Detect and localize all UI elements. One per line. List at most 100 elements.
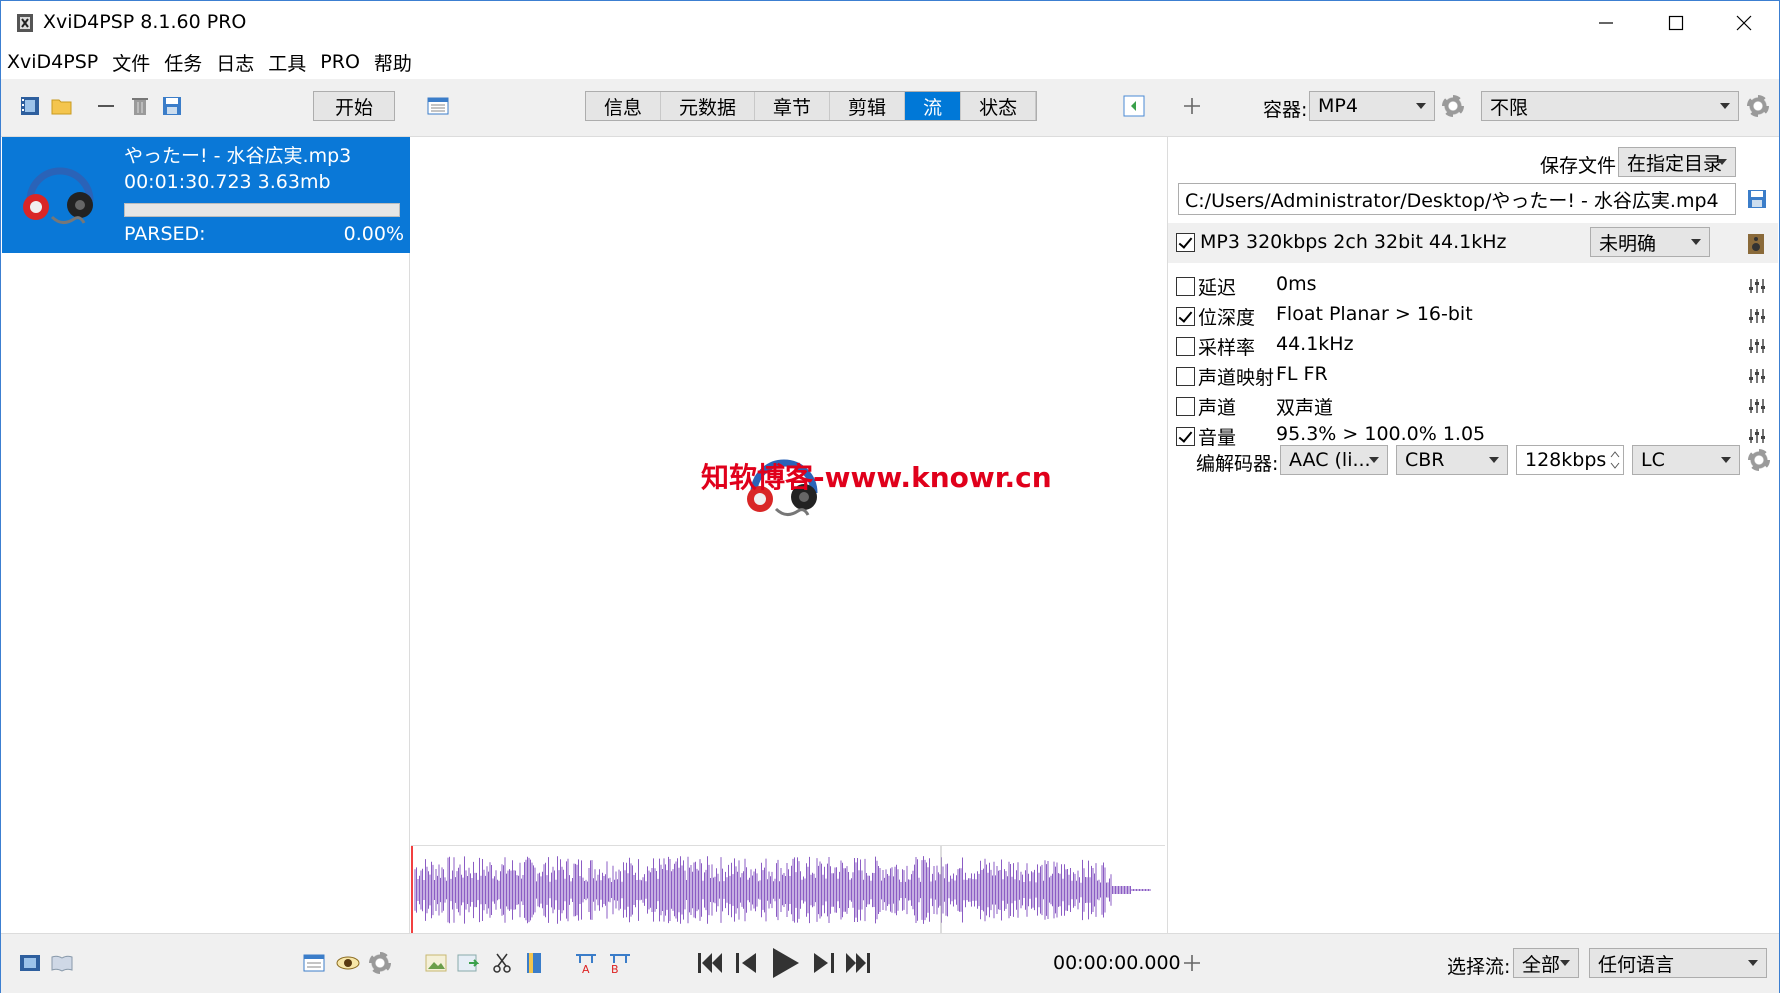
log-view-button[interactable]: [425, 93, 451, 119]
filter-value: Float Planar > 16-bit: [1276, 303, 1473, 325]
add-track-button[interactable]: [1179, 950, 1205, 976]
limit-select[interactable]: 不限: [1481, 91, 1739, 121]
start-button[interactable]: 开始: [313, 91, 395, 121]
equalizer-icon[interactable]: [1748, 427, 1766, 445]
trash-icon: [132, 98, 148, 115]
image-export-button[interactable]: [455, 950, 481, 976]
equalizer-icon[interactable]: [1748, 307, 1766, 325]
play-button[interactable]: [767, 944, 803, 982]
language-filter-select[interactable]: 任何语言: [1589, 948, 1767, 978]
bitrate-mode-select[interactable]: CBR: [1396, 445, 1508, 475]
set-point-a-button[interactable]: A: [573, 950, 599, 976]
output-path-input[interactable]: C:/Users/Administrator/Desktop/やったー! - 水…: [1178, 183, 1736, 215]
log-window-button[interactable]: [301, 950, 327, 976]
svg-text:A: A: [582, 963, 590, 974]
filter-checkbox[interactable]: [1176, 367, 1195, 386]
container-settings-gear-icon[interactable]: [1442, 95, 1464, 117]
audio-track-checkbox[interactable]: [1176, 233, 1195, 252]
menu-log[interactable]: 日志: [216, 49, 254, 76]
bitrate-stepper[interactable]: 128kbps: [1516, 445, 1624, 475]
file-list-item[interactable]: やったー! - 水谷広実.mp3 00:01:30.723 3.63mb PAR…: [2, 137, 410, 253]
codec-settings-gear-icon[interactable]: [1748, 449, 1770, 471]
filter-label: 音量: [1198, 427, 1237, 449]
container-select[interactable]: MP4: [1309, 91, 1435, 121]
app-logo-icon: [17, 14, 33, 32]
chevron-down-icon: [1720, 103, 1730, 109]
stepper-arrows-icon[interactable]: [1609, 448, 1621, 472]
tab-info[interactable]: 信息: [586, 92, 662, 120]
minimize-button[interactable]: [1571, 1, 1641, 45]
bottom-toolbar: A B 00:00:00.000 选择流: 全部 任何语言: [1, 933, 1779, 993]
chevron-down-icon: [1748, 960, 1758, 966]
equalizer-icon[interactable]: [1748, 277, 1766, 295]
minus-icon: [98, 105, 114, 107]
bookmark-button[interactable]: [521, 950, 547, 976]
filter-checkbox[interactable]: [1176, 427, 1195, 446]
save-task-button[interactable]: [159, 93, 185, 119]
skip-forward-button[interactable]: [843, 948, 873, 978]
filter-checkbox[interactable]: [1176, 307, 1195, 326]
codec-label: 编解码器:: [1196, 453, 1279, 475]
skip-forward-icon: [846, 953, 870, 973]
cut-button[interactable]: [489, 950, 515, 976]
tab-status[interactable]: 状态: [961, 92, 1037, 120]
codec-select[interactable]: AAC (li...: [1280, 445, 1388, 475]
audio-waveform[interactable]: [411, 845, 1165, 934]
set-point-b-button[interactable]: B: [607, 950, 633, 976]
filter-checkbox[interactable]: [1176, 277, 1195, 296]
aac-profile-select[interactable]: LC: [1632, 445, 1740, 475]
save-path-button[interactable]: [1746, 188, 1768, 215]
plus-icon: [1184, 98, 1200, 114]
equalizer-icon[interactable]: [1748, 397, 1766, 415]
step-forward-button[interactable]: [809, 948, 839, 978]
menu-pro[interactable]: PRO: [320, 51, 360, 73]
remove-button[interactable]: [93, 93, 119, 119]
settings-gear-icon[interactable]: [369, 952, 391, 974]
chevron-down-icon: [1369, 457, 1379, 463]
eye-icon: [336, 956, 360, 970]
aac-profile-value: LC: [1641, 449, 1665, 471]
file-status: PARSED:: [124, 223, 206, 245]
preview-toggle-button[interactable]: [1121, 93, 1147, 119]
play-icon: [773, 948, 799, 978]
filter-checkbox[interactable]: [1176, 337, 1195, 356]
select-stream-label: 选择流:: [1447, 956, 1511, 978]
menu-help[interactable]: 帮助: [374, 49, 412, 76]
open-folder-button[interactable]: [49, 93, 75, 119]
maximize-button[interactable]: [1641, 1, 1711, 45]
codec-value: AAC (li...: [1289, 449, 1371, 471]
menu-xvid4psp[interactable]: XviD4PSP: [7, 51, 98, 73]
open-video-button[interactable]: [17, 93, 43, 119]
audio-language-select[interactable]: 未明确: [1590, 227, 1710, 257]
preview-eye-button[interactable]: [335, 950, 361, 976]
menu-tasks[interactable]: 任务: [164, 49, 202, 76]
stream-settings-panel: 保存文件: 在指定目录 C:/Users/Administrator/Deskt…: [1167, 137, 1779, 933]
step-back-button[interactable]: [731, 948, 761, 978]
tab-edit[interactable]: 剪辑: [830, 92, 906, 120]
filter-value: 双声道: [1276, 397, 1334, 419]
save-file-label: 保存文件:: [1540, 155, 1623, 177]
filter-checkbox[interactable]: [1176, 397, 1195, 416]
limit-settings-gear-icon[interactable]: [1747, 95, 1769, 117]
title-bar: XviD4PSP 8.1.60 PRO: [1, 1, 1779, 45]
save-icon: [163, 97, 181, 115]
menu-tools[interactable]: 工具: [268, 49, 306, 76]
equalizer-icon[interactable]: [1748, 337, 1766, 355]
delete-button[interactable]: [127, 93, 153, 119]
file-progress-bar: [124, 203, 400, 217]
book-button[interactable]: [49, 950, 75, 976]
menu-file[interactable]: 文件: [112, 49, 150, 76]
save-mode-select[interactable]: 在指定目录: [1618, 147, 1736, 177]
picture-arrow-icon: [457, 954, 479, 972]
speaker-icon[interactable]: [1746, 233, 1766, 255]
close-button[interactable]: [1709, 1, 1779, 45]
video-info-button[interactable]: [17, 950, 43, 976]
skip-back-button[interactable]: [695, 948, 725, 978]
tab-streams[interactable]: 流: [905, 92, 962, 120]
add-stream-button[interactable]: [1179, 93, 1205, 119]
tab-chapters[interactable]: 章节: [755, 92, 831, 120]
image-button[interactable]: [423, 950, 449, 976]
tab-metadata[interactable]: 元数据: [661, 92, 756, 120]
equalizer-icon[interactable]: [1748, 367, 1766, 385]
stream-filter-select[interactable]: 全部: [1513, 948, 1579, 978]
